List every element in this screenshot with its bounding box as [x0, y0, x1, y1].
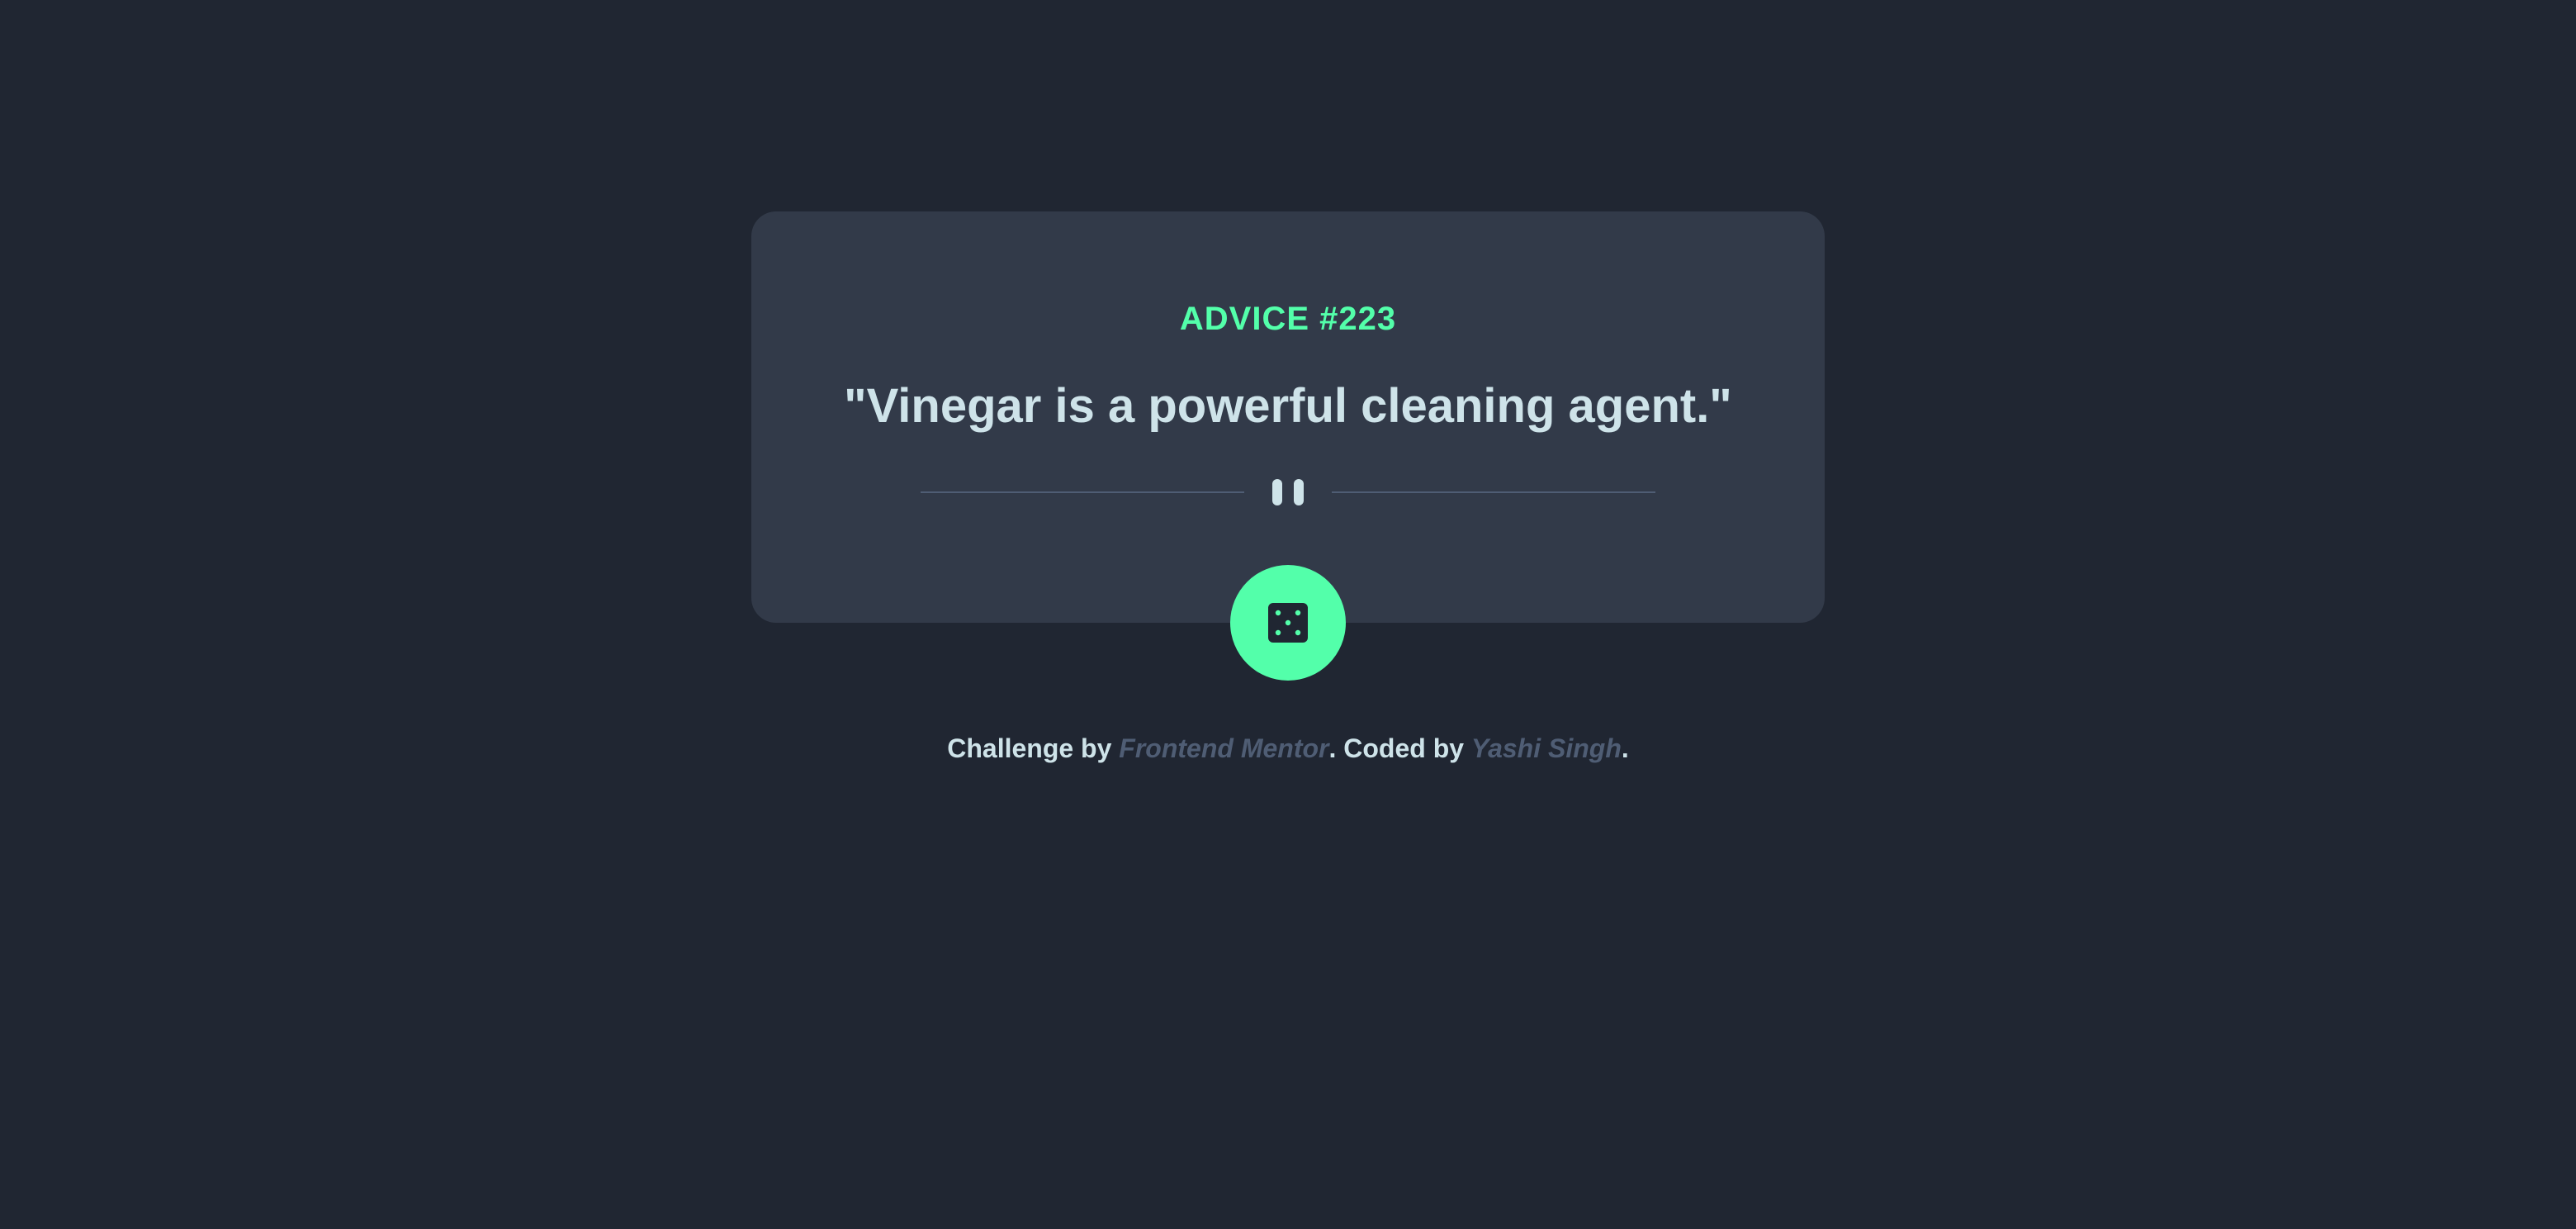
advice-number: ADVICE #223: [1179, 301, 1397, 337]
divider-line-left: [921, 491, 1244, 493]
dice-icon: [1268, 603, 1308, 643]
pause-bar-left: [1272, 479, 1282, 505]
pause-icon: [1271, 477, 1305, 507]
author-link[interactable]: Yashi Singh: [1471, 733, 1622, 763]
frontend-mentor-link[interactable]: Frontend Mentor: [1119, 733, 1328, 763]
attribution-coded-text: . Coded by: [1328, 733, 1471, 763]
advice-quote: "Vinegar is a powerful cleaning agent.": [844, 379, 1732, 433]
divider-line-right: [1332, 491, 1655, 493]
advice-card: ADVICE #223 "Vinegar is a powerful clean…: [751, 211, 1825, 623]
divider: [921, 477, 1655, 507]
pause-bar-right: [1294, 479, 1304, 505]
attribution: Challenge by Frontend Mentor. Coded by Y…: [0, 728, 2576, 768]
new-advice-button[interactable]: [1230, 565, 1346, 681]
attribution-challenge-text: Challenge by: [947, 733, 1120, 763]
attribution-suffix: .: [1621, 733, 1629, 763]
